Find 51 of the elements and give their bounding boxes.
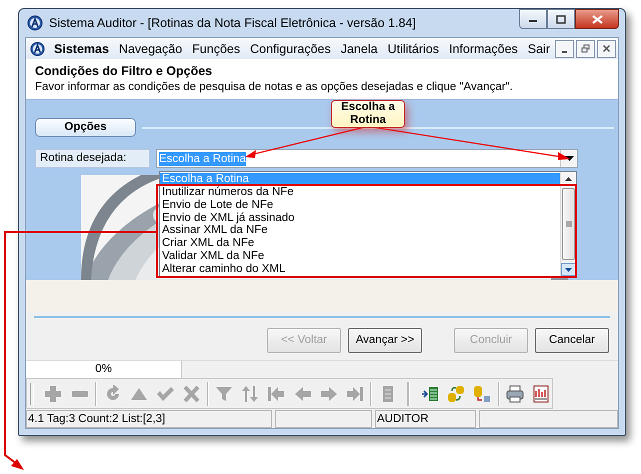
child-close-button[interactable] — [597, 40, 616, 58]
dropdown-option[interactable]: Inutilizar números da NFe — [160, 186, 560, 199]
database-list-icon[interactable] — [473, 384, 492, 403]
progress-text: 0% — [26, 361, 181, 378]
menu-item[interactable]: Janela — [336, 42, 383, 56]
dropdown-option[interactable]: Validar XML da NFe — [160, 250, 560, 263]
options-tab[interactable]: Opções — [35, 118, 136, 138]
printer-icon[interactable] — [506, 384, 524, 403]
instruction-text: Favor informar as condições de pesquisa de notas e as opções desejadas e clique "Avançar". — [35, 81, 514, 94]
wizard-button[interactable]: Cancelar — [535, 328, 609, 353]
close-button[interactable] — [575, 9, 619, 29]
down-arrow-icon — [565, 268, 572, 272]
scroll-thumb[interactable] — [562, 188, 575, 260]
child-minimize-button[interactable] — [555, 40, 574, 58]
menu-item[interactable]: Funções — [187, 42, 246, 56]
dropdown-option[interactable]: Envio de XML já assinado — [160, 212, 560, 224]
list-arrow-icon[interactable] — [420, 384, 439, 403]
scroll-down-button[interactable] — [561, 263, 576, 276]
dropdown-option[interactable]: Criar XML da NFe — [160, 237, 560, 250]
grip-icon — [566, 221, 572, 228]
section-title: Condições do Filtro e Opções — [35, 64, 214, 78]
window-title: Sistema Auditor - [Rotinas da Nota Fiscal Eletrônica - versão 1.84] — [49, 16, 416, 30]
minimize-icon — [562, 50, 567, 53]
dropdown-option[interactable]: Envio de Lote de NFe — [160, 198, 560, 212]
menu-item[interactable]: Sistemas — [49, 42, 114, 56]
dropdown-option[interactable]: Assinar XML da NFe — [160, 224, 560, 238]
minimize-button[interactable] — [519, 9, 547, 29]
database-swap-icon[interactable] — [447, 384, 466, 403]
menu-item[interactable]: Navegação — [114, 42, 188, 56]
field-label: Rotina desejada: — [35, 149, 150, 168]
close-icon — [602, 44, 611, 54]
restore-icon — [581, 44, 590, 54]
menu-item[interactable]: Sair — [522, 42, 555, 56]
status-text: AUDITOR — [377, 412, 429, 425]
close-icon — [592, 14, 602, 24]
callout-label: Escolha a Rotina — [331, 100, 405, 128]
wizard-button[interactable]: Avançar >> — [348, 328, 422, 353]
menu-item[interactable]: Utilitários — [382, 42, 444, 56]
dropdown-option[interactable]: Alterar caminho do XML — [160, 262, 560, 276]
app-logo-icon — [30, 40, 46, 57]
child-restore-button[interactable] — [576, 40, 595, 58]
maximize-button[interactable] — [547, 9, 575, 29]
chart-icon[interactable] — [532, 384, 550, 403]
status-text: 4.1 Tag:3 Count:2 List:[2,3] — [28, 412, 166, 425]
menu-item[interactable]: Configurações — [245, 42, 336, 56]
scrollbar[interactable] — [560, 172, 576, 276]
scroll-up-button[interactable] — [561, 172, 576, 186]
app-logo-icon — [27, 15, 43, 31]
up-arrow-icon — [565, 176, 572, 181]
menu-item[interactable]: Informações — [444, 42, 523, 56]
maximize-icon — [556, 14, 566, 24]
